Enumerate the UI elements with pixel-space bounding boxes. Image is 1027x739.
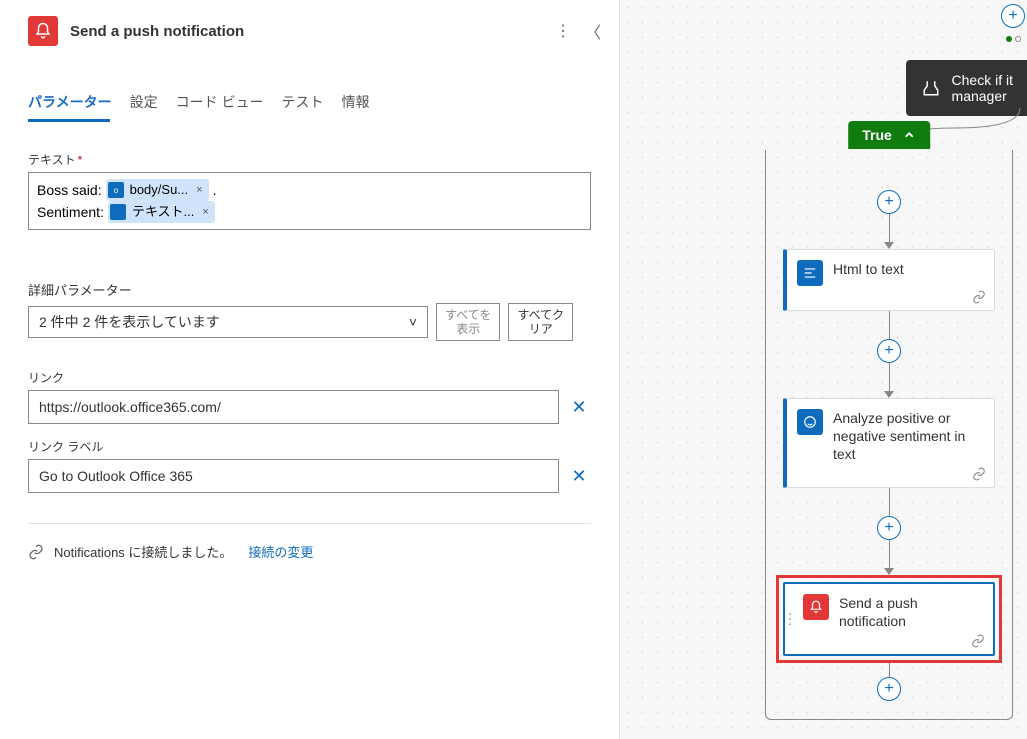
connection-status: Notifications に接続しました。 接続の変更 [28,542,591,561]
html-icon [797,260,823,286]
config-panel: Send a push notification ⋮ 〈 パラメーター 設定 コ… [0,0,620,739]
panel-header: Send a push notification ⋮ 〈 [0,0,619,62]
token-body[interactable]: o body/Su... × [106,179,209,201]
text-prefix-1: Boss said: [37,180,102,200]
condition-icon [920,77,942,99]
divider [28,523,591,524]
ai-icon [110,204,126,220]
add-step[interactable]: + [877,677,901,701]
outlook-icon: o [108,182,124,198]
tab-test[interactable]: テスト [281,92,323,122]
tab-info[interactable]: 情報 [341,92,369,122]
drag-handle[interactable]: ⋮ [783,611,797,628]
adv-label: 詳細パラメーター [28,280,591,299]
flow-canvas[interactable]: + Check if it manager True + Html to tex… [620,0,1027,739]
clear-link-icon[interactable]: ✕ [567,397,591,418]
link-label-label: リンク ラベル [28,438,591,455]
tab-parameters[interactable]: パラメーター [28,92,112,122]
token-sentiment[interactable]: テキスト... × [108,201,215,223]
add-step[interactable]: + [877,190,901,214]
bell-icon [803,594,829,620]
show-all-button[interactable]: すべてを 表示 [436,303,500,341]
link-icon [28,544,44,560]
token-remove[interactable]: × [202,202,208,222]
clear-link-label-icon[interactable]: ✕ [567,466,591,487]
change-connection-link[interactable]: 接続の変更 [248,542,313,561]
add-step[interactable]: + [877,516,901,540]
selected-highlight: ⋮ Send a push notification [776,575,1002,663]
link-icon [971,634,985,648]
status-dots [1006,36,1021,42]
tab-underline [28,119,110,122]
text-input[interactable]: Boss said: o body/Su... × . Sentiment: テ… [28,172,591,230]
link-label: リンク [28,369,591,386]
sentiment-icon [797,409,823,435]
panel-title: Send a push notification [70,23,543,40]
text-label: テキスト* [28,151,591,168]
link-input[interactable] [28,390,559,424]
adv-dropdown[interactable]: 2 件中 2 件を表示しています ˅ [28,306,428,338]
link-label-input[interactable] [28,459,559,493]
text-suffix-1: . [213,180,217,200]
card-analyze-sentiment[interactable]: Analyze positive or negative sentiment i… [783,398,995,488]
true-branch: True + Html to text + Analyze positive o… [765,150,1013,720]
svg-text:o: o [113,186,118,195]
tabs: パラメーター 設定 コード ビュー テスト 情報 [0,92,619,123]
collapse-icon[interactable]: 〈 [585,19,601,43]
chevron-up-icon [902,128,916,142]
card-html-to-text[interactable]: Html to text [783,249,995,311]
true-badge[interactable]: True [848,121,930,149]
chevron-down-icon: ˅ [409,314,417,330]
form: テキスト* Boss said: o body/Su... × . Sentim… [0,123,619,561]
token-remove[interactable]: × [196,180,202,200]
text-prefix-2: Sentiment: [37,202,104,222]
add-step[interactable]: + [877,339,901,363]
link-icon [972,290,986,304]
more-icon[interactable]: ⋮ [555,21,571,41]
add-step-top[interactable]: + [1001,4,1025,28]
card-push-notification[interactable]: ⋮ Send a push notification [783,582,995,656]
bell-icon [28,16,58,46]
tab-settings[interactable]: 設定 [130,92,158,122]
clear-all-button[interactable]: すべてク リア [508,303,573,341]
tab-code-view[interactable]: コード ビュー [176,92,264,122]
link-icon [972,467,986,481]
